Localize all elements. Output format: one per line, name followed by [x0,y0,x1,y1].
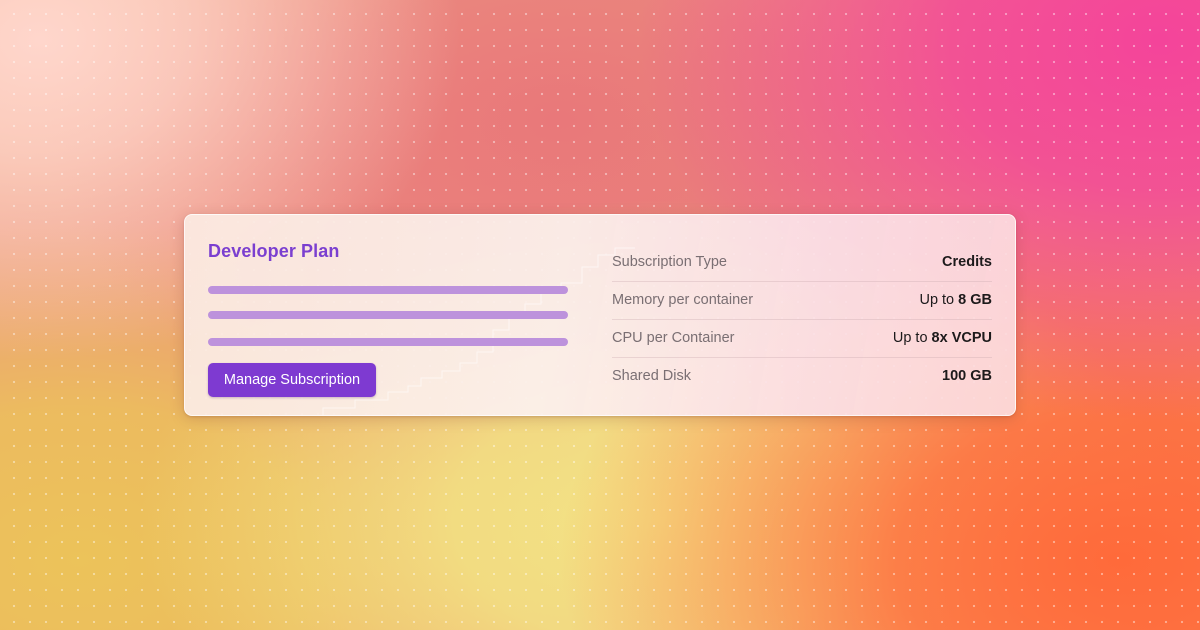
spec-value: 100 GB [942,368,992,384]
placeholder-bar [208,338,568,346]
spec-row-memory: Memory per container Up to 8 GB [612,282,992,320]
spec-label: Shared Disk [612,368,691,384]
plan-card: Developer Plan Manage Subscription Subsc… [184,214,1016,416]
spec-value: Up to 8 GB [919,292,992,308]
spec-value: Credits [942,254,992,270]
spec-label: Memory per container [612,292,754,308]
manage-subscription-button[interactable]: Manage Subscription [208,363,376,397]
spec-list: Subscription Type Credits Memory per con… [612,244,992,395]
spec-label: CPU per Container [612,330,735,346]
placeholder-bar [208,286,568,294]
spec-value: Up to 8x VCPU [892,330,992,346]
spec-label: Subscription Type [612,254,727,270]
spec-row-shared-disk: Shared Disk 100 GB [612,358,992,395]
plan-title: Developer Plan [208,241,340,261]
spec-row-subscription-type: Subscription Type Credits [612,244,992,282]
spec-row-cpu: CPU per Container Up to 8x VCPU [612,320,992,358]
placeholder-bar [208,311,568,319]
